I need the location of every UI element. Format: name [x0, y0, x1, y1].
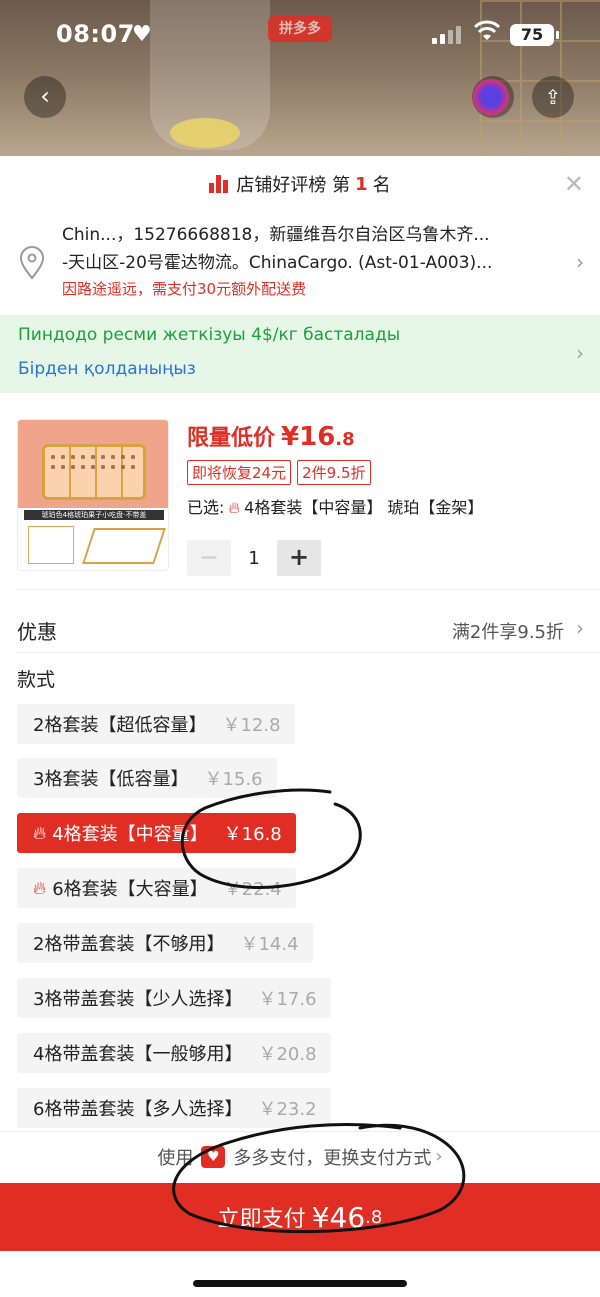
- product-price: 限量低价 ¥16.8: [187, 420, 355, 452]
- style-option[interactable]: 3格套装【低容量】 ￥15.6: [17, 758, 277, 798]
- style-option[interactable]: 2格带盖套装【不够用】 ￥14.4: [17, 923, 313, 963]
- shipping-promo-banner[interactable]: Пиндодо ресми жеткізуы 4$/кг басталады Б…: [0, 315, 600, 393]
- fire-icon: 🔥︎: [33, 877, 47, 899]
- product-summary: 琥珀色4格琥珀果子小吃盘·不带盖 限量低价 ¥16.8 即将恢复24元 2件9.5…: [0, 406, 600, 586]
- chevron-right-icon: ›: [576, 341, 584, 365]
- option-label: 4格套装【中容量】: [52, 824, 208, 845]
- divider: [17, 652, 600, 653]
- duoduo-pay-icon: ♥: [201, 1145, 226, 1168]
- style-option[interactable]: 🔥︎ 6格套装【大容量】 ￥22.4: [17, 868, 296, 908]
- battery-indicator: 75: [510, 24, 559, 46]
- discount-row[interactable]: 优惠 满2件享9.5折 ›: [0, 600, 600, 660]
- payment-method-text: 多多支付，更换支付方式: [233, 1147, 432, 1169]
- option-label: 2格套装【超低容量】: [33, 715, 207, 736]
- location-pin-icon: [19, 246, 45, 280]
- option-label: 6格带盖套装【多人选择】: [33, 1099, 243, 1120]
- option-price: ￥12.8: [222, 715, 281, 736]
- option-label: 3格带盖套装【少人选择】: [33, 989, 243, 1010]
- discount-title: 优惠: [17, 620, 57, 644]
- payment-method-prefix: 使用: [157, 1147, 194, 1169]
- bulk-discount-tag: 2件9.5折: [297, 460, 371, 485]
- home-indicator[interactable]: [193, 1280, 407, 1287]
- ranking-icon: [209, 175, 229, 193]
- heart-icon: ♥: [132, 22, 152, 47]
- shipping-fee-warning: 因路途遥远，需支付30元额外配送费: [62, 280, 307, 298]
- restore-price-tag: 即将恢复24元: [187, 460, 292, 485]
- style-option[interactable]: 3格带盖套装【少人选择】 ￥17.6: [17, 978, 331, 1018]
- increase-button[interactable]: +: [277, 540, 321, 576]
- pay-amount-int: ¥46: [311, 1200, 366, 1234]
- price-dec: .8: [335, 429, 355, 450]
- style-option[interactable]: 4格带盖套装【一般够用】 ￥20.8: [17, 1033, 331, 1073]
- share-icon: ⇪: [544, 85, 562, 109]
- discount-value: 满2件享9.5折: [451, 622, 564, 643]
- chevron-right-icon: ›: [576, 616, 584, 640]
- address-line-2: -天山区-20号霍达物流。ChinaCargo. (Ast-01-A003)..…: [62, 253, 493, 273]
- option-price: ￥17.6: [258, 989, 317, 1010]
- price-tags: 即将恢复24元 2件9.5折: [187, 460, 371, 485]
- thumbnail-caption: 琥珀色4格琥珀果子小吃盘·不带盖: [24, 510, 164, 520]
- chevron-right-icon: ›: [435, 1146, 443, 1167]
- quantity-value: 1: [248, 547, 260, 569]
- status-time: 08:07: [56, 20, 135, 48]
- price-label: 限量低价: [187, 426, 276, 451]
- app-badge: 拼多多: [268, 16, 332, 42]
- address-line-1: Chin...，15276668818，新疆维吾尔自治区乌鲁木齐...: [62, 225, 490, 245]
- store-rank-bar[interactable]: 店铺好评榜 第 1 名: [0, 156, 600, 212]
- pay-now-button[interactable]: 立即支付 ¥46.8: [0, 1183, 600, 1251]
- close-icon[interactable]: ✕: [564, 170, 584, 198]
- option-price: ￥14.4: [240, 934, 299, 955]
- fire-icon: 🔥︎: [33, 822, 47, 844]
- chevron-right-icon: ›: [576, 250, 584, 274]
- pay-button-label: 立即支付: [217, 1207, 306, 1232]
- option-label: 6格套装【大容量】: [52, 879, 208, 900]
- sku-sheet: 店铺好评榜 第 1 名 ✕ Chin...，15276668818，新疆维吾尔自…: [0, 156, 600, 1297]
- option-label: 4格带盖套装【一般够用】: [33, 1044, 243, 1065]
- option-price: ￥15.6: [204, 769, 263, 790]
- rank-prefix: 店铺好评榜 第: [236, 175, 351, 196]
- style-option[interactable]: 6格带盖套装【多人选择】 ￥23.2: [17, 1088, 331, 1128]
- divider: [17, 589, 600, 590]
- style-option-selected[interactable]: 🔥︎ 4格套装【中容量】 ￥16.8: [17, 813, 296, 853]
- wifi-icon: [474, 20, 500, 40]
- chevron-left-icon: ‹: [40, 82, 50, 110]
- rank-suffix: 名: [372, 175, 391, 196]
- selected-variant: 已选: 🔥︎ 4格套装【中容量】 琥珀【金架】: [187, 494, 483, 518]
- option-price: ￥23.2: [258, 1099, 317, 1120]
- style-option[interactable]: 2格套装【超低容量】 ￥12.8: [17, 704, 295, 744]
- option-price: ￥16.8: [223, 824, 282, 845]
- share-button[interactable]: ⇪: [532, 76, 574, 118]
- promo-link[interactable]: Бірден қолданыңыз: [18, 359, 196, 379]
- rank-number: 1: [355, 173, 368, 195]
- signal-icon: [432, 26, 461, 44]
- option-price: ￥20.8: [258, 1044, 317, 1065]
- pay-amount-dec: .8: [365, 1206, 383, 1228]
- swirl-button[interactable]: [472, 76, 514, 118]
- back-button[interactable]: ‹: [24, 76, 66, 118]
- style-section-title: 款式: [17, 669, 56, 691]
- decrease-button[interactable]: −: [187, 540, 231, 576]
- price-int: ¥16: [281, 422, 336, 452]
- selected-value: 4格套装【中容量】 琥珀【金架】: [244, 498, 484, 517]
- selected-prefix: 已选:: [187, 498, 225, 517]
- promo-text: Пиндодо ресми жеткізуы 4$/кг басталады: [18, 325, 401, 345]
- option-label: 2格带盖套装【不够用】: [33, 934, 225, 955]
- photo-lemon: [170, 118, 240, 148]
- quantity-stepper: − 1 +: [187, 540, 321, 576]
- payment-method-row[interactable]: 使用 ♥ 多多支付，更换支付方式 ›: [0, 1131, 600, 1181]
- address-row[interactable]: Chin...，15276668818，新疆维吾尔自治区乌鲁木齐... -天山区…: [0, 212, 600, 312]
- product-thumbnail[interactable]: 琥珀色4格琥珀果子小吃盘·不带盖: [17, 419, 169, 571]
- dimension-sketch: [82, 528, 166, 564]
- option-price: ￥22.4: [223, 879, 282, 900]
- option-label: 3格套装【低容量】: [33, 769, 189, 790]
- fire-icon: 🔥︎: [228, 498, 241, 517]
- dimension-sketch: [28, 526, 74, 564]
